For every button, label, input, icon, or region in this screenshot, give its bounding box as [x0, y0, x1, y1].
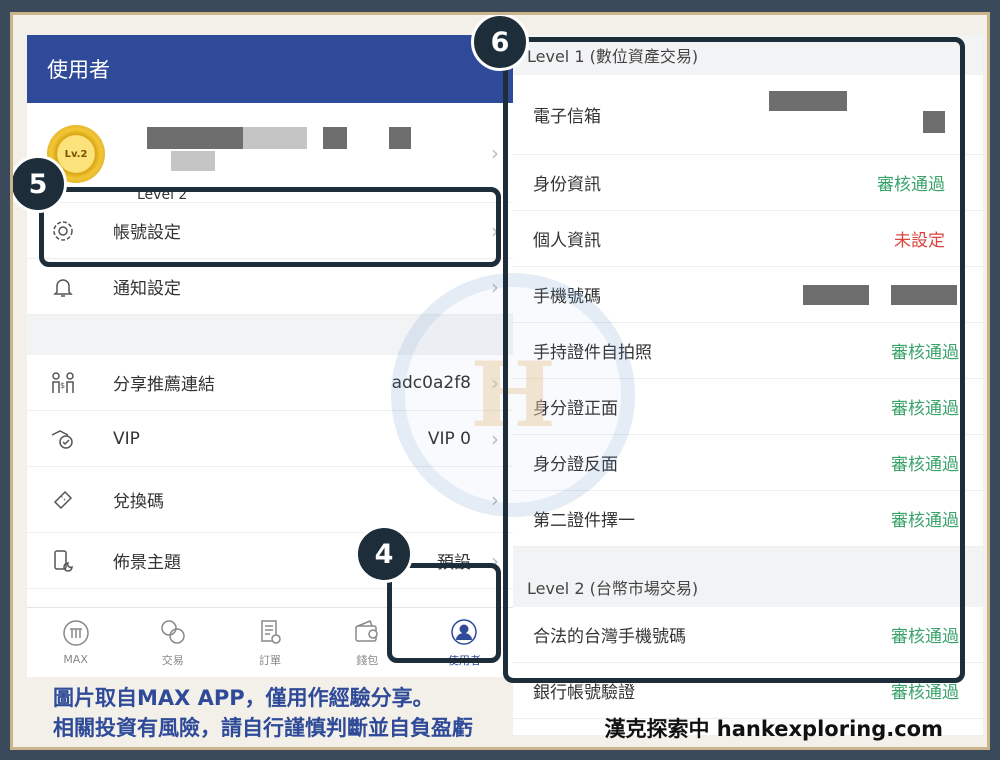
menu-label: 分享推薦連結	[113, 375, 215, 395]
tab-exchange[interactable]: 交易	[124, 608, 221, 677]
page-title: 使用者	[27, 35, 513, 103]
wallet-icon	[355, 619, 378, 642]
redacted-name	[243, 127, 307, 149]
callout-5: 5	[13, 155, 67, 213]
menu-label: 兌換碼	[113, 492, 164, 512]
tab-label: MAX	[63, 653, 88, 666]
tab-label: 訂單	[259, 653, 281, 667]
highlight-verification	[503, 37, 965, 683]
order-icon	[261, 619, 281, 644]
redacted-name	[389, 127, 411, 149]
tab-orders[interactable]: 訂單	[221, 608, 318, 677]
menu-label: 通知設定	[113, 279, 181, 299]
ticket-icon	[49, 486, 77, 514]
highlight-account-settings	[39, 187, 501, 267]
redacted-name	[147, 127, 243, 149]
highlight-user-tab	[387, 563, 501, 663]
menu-label: 佈景主題	[113, 553, 181, 573]
redacted-name	[323, 127, 347, 149]
menu-label: VIP	[113, 428, 140, 449]
tab-label: 交易	[161, 653, 184, 667]
disclaimer-caption: 圖片取自MAX APP，僅用作經驗分享。 相關投資有風險，請自行謹慎判斷並自負盈…	[53, 683, 473, 743]
redacted-id	[171, 151, 215, 171]
tab-max[interactable]: MAX	[27, 608, 124, 677]
max-logo-icon	[62, 620, 89, 646]
caption-line-2: 相關投資有風險，請自行謹慎判斷並自負盈虧	[53, 716, 473, 740]
bell-icon	[49, 273, 77, 301]
caption-line-1: 圖片取自MAX APP，僅用作經驗分享。	[53, 686, 434, 710]
exchange-icon	[161, 619, 185, 644]
tab-label: 錢包	[356, 653, 379, 667]
brand-text: 漢克探索中 hankexploring.com	[604, 717, 943, 741]
image-frame: 使用者 Lv.2 Level 2 › 帳號設定 › 通知設定 › $ 分享推薦連…	[10, 12, 990, 750]
callout-4: 4	[355, 525, 413, 583]
callout-6: 6	[471, 15, 529, 71]
theme-phone-icon	[49, 547, 77, 575]
vip-icon	[49, 425, 77, 453]
svg-text:$: $	[60, 381, 65, 390]
referral-people-icon: $	[49, 369, 77, 397]
chevron-right-icon: ›	[491, 141, 499, 165]
